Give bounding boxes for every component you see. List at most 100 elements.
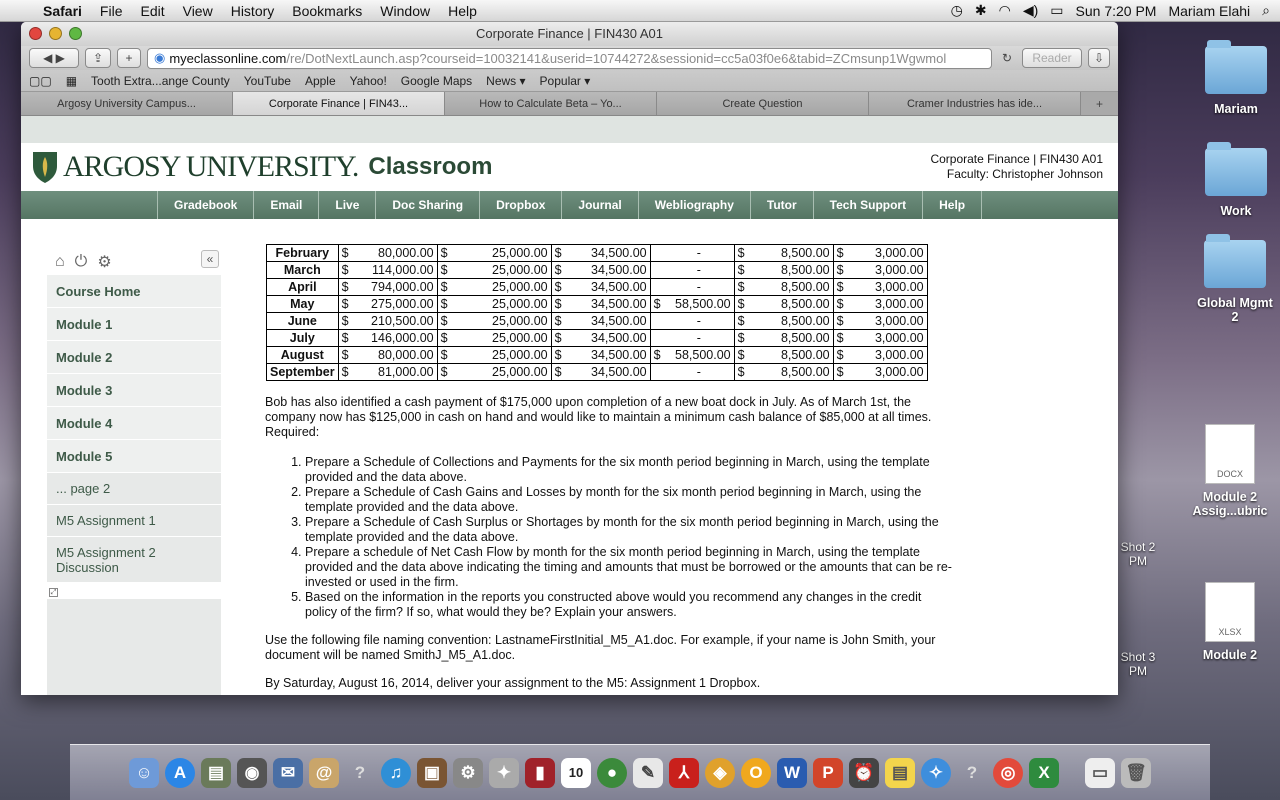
tab-corporate-finance[interactable]: Corporate Finance | FIN43...: [233, 92, 445, 115]
sidebar-expand-icon[interactable]: ⤢: [47, 583, 221, 599]
mail-icon[interactable]: ✉: [273, 757, 303, 788]
reading-list-icon[interactable]: ▢▢: [29, 74, 52, 88]
menu-bookmarks[interactable]: Bookmarks: [283, 3, 371, 19]
tab-create-question[interactable]: Create Question: [657, 92, 869, 115]
missing-app-icon[interactable]: ?: [345, 758, 375, 788]
bookmark-google-maps[interactable]: Google Maps: [401, 74, 472, 88]
nav-live[interactable]: Live: [318, 191, 375, 219]
acrobat-icon[interactable]: ⅄: [669, 757, 699, 788]
utilities-icon[interactable]: ✦: [489, 757, 519, 788]
spotlight-search-icon[interactable]: ⌕: [1262, 2, 1270, 19]
back-forward-buttons[interactable]: ◀ ▶: [29, 48, 79, 68]
dashboard-icon[interactable]: ▤: [201, 757, 231, 788]
missing-app-icon[interactable]: ?: [957, 758, 987, 788]
clock[interactable]: Sun 7:20 PM: [1076, 3, 1157, 19]
chrome-icon[interactable]: ◎: [993, 757, 1023, 788]
reload-icon[interactable]: ↻: [998, 48, 1016, 68]
tab-cramer-industries[interactable]: Cramer Industries has ide...: [869, 92, 1081, 115]
calendar-icon[interactable]: 10: [561, 757, 591, 788]
collapse-sidebar-button[interactable]: «: [201, 250, 219, 268]
address-bar[interactable]: ◉ myeclassonline.com/re/DotNextLaunch.as…: [147, 47, 992, 69]
bookmark-popular[interactable]: Popular ▾: [540, 74, 591, 88]
nav-doc-sharing[interactable]: Doc Sharing: [375, 191, 479, 219]
zoom-window-button[interactable]: [69, 27, 82, 40]
ibooks-icon[interactable]: ◈: [705, 757, 735, 788]
sidebar-item-course-home[interactable]: Course Home: [47, 275, 221, 308]
desktop-file-module2-rubric[interactable]: DOCX Module 2 Assig...ubric: [1180, 424, 1280, 518]
sidebar-item-module-1[interactable]: Module 1: [47, 308, 221, 341]
sidebar-item-module-4[interactable]: Module 4: [47, 407, 221, 440]
battery-icon[interactable]: ▭: [1050, 2, 1063, 19]
outlook-icon[interactable]: O: [741, 757, 771, 788]
word-icon[interactable]: W: [777, 757, 807, 788]
nav-email[interactable]: Email: [253, 191, 318, 219]
facetime-icon[interactable]: ◉: [237, 757, 267, 788]
sidebar-item-module-2[interactable]: Module 2: [47, 341, 221, 374]
bookmark-yahoo[interactable]: Yahoo!: [350, 74, 387, 88]
downloads-stack-icon[interactable]: ▭: [1085, 757, 1115, 788]
network-icon[interactable]: ●: [597, 757, 627, 788]
user-name[interactable]: Mariam Elahi: [1168, 3, 1250, 19]
wifi-icon[interactable]: ◠: [999, 2, 1011, 19]
top-sites-icon[interactable]: ▦: [66, 74, 77, 88]
bookmark-youtube[interactable]: YouTube: [244, 74, 291, 88]
contacts-icon[interactable]: @: [309, 757, 339, 788]
sidebar-subitem-page-2[interactable]: ... page 2: [47, 473, 221, 505]
home-icon[interactable]: ⌂: [55, 253, 65, 271]
menu-history[interactable]: History: [222, 3, 284, 19]
bookmark-tooth-extraction[interactable]: Tooth Extra...ange County: [91, 74, 230, 88]
close-window-button[interactable]: [29, 27, 42, 40]
nav-dropbox[interactable]: Dropbox: [479, 191, 561, 219]
system-preferences-icon[interactable]: ⚙: [453, 757, 483, 788]
minimize-window-button[interactable]: [49, 27, 62, 40]
powerpoint-icon[interactable]: P: [813, 757, 843, 788]
bookmark-apple[interactable]: Apple: [305, 74, 336, 88]
nav-gradebook[interactable]: Gradebook: [157, 191, 253, 219]
share-icon[interactable]: ⇪: [85, 48, 111, 68]
nav-journal[interactable]: Journal: [561, 191, 637, 219]
add-tab-icon[interactable]: +: [117, 48, 141, 68]
new-tab-icon[interactable]: +: [1081, 92, 1118, 115]
itunes-icon[interactable]: ♫: [381, 757, 411, 788]
argosy-logo[interactable]: ARGOSY UNIVERSITY. Classroom: [31, 150, 492, 184]
desktop-screenshot-1[interactable]: Shot 2 PM: [1118, 540, 1158, 568]
gear-icon[interactable]: ⚙: [97, 252, 111, 272]
menu-help[interactable]: Help: [439, 3, 486, 19]
tab-calculate-beta[interactable]: How to Calculate Beta – Yo...: [445, 92, 657, 115]
menu-app-name[interactable]: Safari: [34, 3, 91, 19]
stickies-icon[interactable]: ▤: [885, 757, 915, 788]
tab-argosy-campus[interactable]: Argosy University Campus...: [21, 92, 233, 115]
bluetooth-icon[interactable]: ✱: [975, 2, 987, 19]
desktop-file-module2-xlsx[interactable]: XLSX Module 2: [1180, 582, 1280, 662]
bookmark-news[interactable]: News ▾: [486, 74, 525, 88]
volume-icon[interactable]: ◀): [1023, 2, 1038, 19]
safari-icon[interactable]: ✧: [921, 757, 951, 788]
nav-tech-support[interactable]: Tech Support: [812, 191, 922, 219]
trash-icon[interactable]: 🗑: [1121, 757, 1151, 788]
sidebar-subitem-m5-assignment-1[interactable]: M5 Assignment 1: [47, 505, 221, 537]
power-icon[interactable]: ⏻: [75, 253, 88, 271]
menu-edit[interactable]: Edit: [131, 3, 173, 19]
sidebar-subitem-m5-assignment-2[interactable]: M5 Assignment 2 Discussion: [47, 537, 221, 583]
sidebar-item-module-5[interactable]: Module 5: [47, 440, 221, 473]
desktop-folder-work[interactable]: Work: [1196, 142, 1276, 218]
nav-help[interactable]: Help: [922, 191, 983, 219]
desktop-folder-global-mgmt[interactable]: Global Mgmt 2: [1192, 234, 1278, 324]
clock-app-icon[interactable]: ⏰: [849, 757, 879, 788]
photo-booth-icon[interactable]: ▮: [525, 757, 555, 788]
desktop-screenshot-2[interactable]: Shot 3 PM: [1118, 650, 1158, 678]
finder-icon[interactable]: ☺: [129, 757, 159, 788]
menu-view[interactable]: View: [174, 3, 222, 19]
textedit-icon[interactable]: ✎: [633, 757, 663, 788]
app-store-icon[interactable]: A: [165, 757, 195, 788]
downloads-icon[interactable]: ⇩: [1088, 48, 1110, 68]
time-machine-icon[interactable]: ◷: [951, 2, 963, 19]
nav-tutor[interactable]: Tutor: [749, 191, 813, 219]
iphoto-icon[interactable]: ▣: [417, 757, 447, 788]
menu-window[interactable]: Window: [371, 3, 439, 19]
sidebar-item-module-3[interactable]: Module 3: [47, 374, 221, 407]
menu-file[interactable]: File: [91, 3, 132, 19]
reader-button[interactable]: Reader: [1022, 48, 1082, 68]
desktop-folder-mariam[interactable]: Mariam: [1196, 40, 1276, 116]
nav-webliography[interactable]: Webliography: [637, 191, 750, 219]
